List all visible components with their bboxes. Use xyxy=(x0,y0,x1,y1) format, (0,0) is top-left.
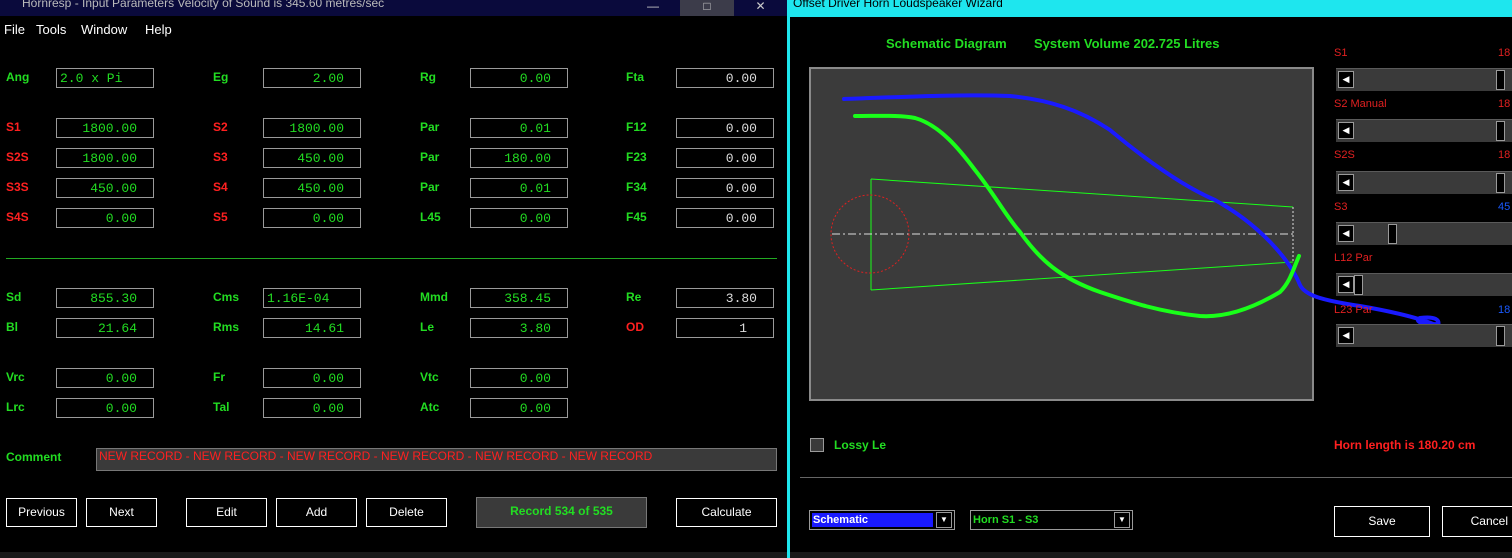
slider-value-l23-par: 18 xyxy=(1498,304,1511,316)
slider-s2-manual[interactable]: ◀ xyxy=(1336,119,1512,142)
right-bottom-edge xyxy=(790,552,1512,558)
lossy-le-checkbox[interactable] xyxy=(810,438,824,452)
horn-section-dropdown[interactable]: Horn S1 - S3 ▼ xyxy=(970,510,1133,530)
slider-s3[interactable]: ◀ xyxy=(1336,222,1512,245)
slider-s2s[interactable]: ◀ xyxy=(1336,171,1512,194)
right-divider xyxy=(800,477,1512,478)
slider-left-arrow-icon[interactable]: ◀ xyxy=(1338,225,1354,242)
slider-thumb[interactable] xyxy=(1496,121,1505,141)
slider-left-arrow-icon[interactable]: ◀ xyxy=(1338,327,1354,344)
slider-thumb[interactable] xyxy=(1496,70,1505,90)
slider-left-arrow-icon[interactable]: ◀ xyxy=(1338,122,1354,139)
horn-section-dropdown-value: Horn S1 - S3 xyxy=(973,514,1039,526)
slider-l12-par[interactable]: ◀ xyxy=(1336,273,1512,296)
slider-label-s2s: S2S xyxy=(1334,149,1355,161)
schematic-drawing xyxy=(830,93,1441,329)
slider-left-arrow-icon[interactable]: ◀ xyxy=(1338,71,1354,88)
slider-value-s2-manual: 18 xyxy=(1498,98,1511,110)
horn-top-edge xyxy=(870,178,1294,208)
slider-l23-par[interactable]: ◀ xyxy=(1336,324,1512,347)
green-annotation-stroke xyxy=(853,113,1301,319)
slider-thumb[interactable] xyxy=(1496,173,1505,193)
chevron-down-icon[interactable]: ▼ xyxy=(936,512,952,528)
slider-label-s1: S1 xyxy=(1334,47,1348,59)
slider-value-s1: 18 xyxy=(1498,47,1511,59)
slider-value-s2s: 18 xyxy=(1498,149,1511,161)
slider-label-s2-manual: S2 Manual xyxy=(1334,98,1387,110)
slider-thumb[interactable] xyxy=(1496,326,1505,346)
lossy-le-label[interactable]: Lossy Le xyxy=(834,438,886,452)
horn-length-text: Horn length is 180.20 cm xyxy=(1334,438,1476,452)
slider-thumb[interactable] xyxy=(1388,224,1397,244)
slider-left-arrow-icon[interactable]: ◀ xyxy=(1338,174,1354,191)
slider-s1[interactable]: ◀ xyxy=(1336,68,1512,91)
save-button[interactable]: Save xyxy=(1334,506,1430,537)
slider-label-l23-par: L23 Par xyxy=(1334,304,1373,316)
view-dropdown[interactable]: Schematic ▼ xyxy=(809,510,955,530)
slider-label-l12-par: L12 Par xyxy=(1334,252,1373,264)
view-dropdown-value: Schematic xyxy=(812,513,933,527)
slider-value-s3: 45 xyxy=(1498,201,1511,213)
slider-thumb[interactable] xyxy=(1354,275,1363,295)
cancel-button[interactable]: Cancel xyxy=(1442,506,1512,537)
chevron-down-icon[interactable]: ▼ xyxy=(1114,512,1130,528)
slider-label-s3: S3 xyxy=(1334,201,1348,213)
slider-left-arrow-icon[interactable]: ◀ xyxy=(1338,276,1354,293)
